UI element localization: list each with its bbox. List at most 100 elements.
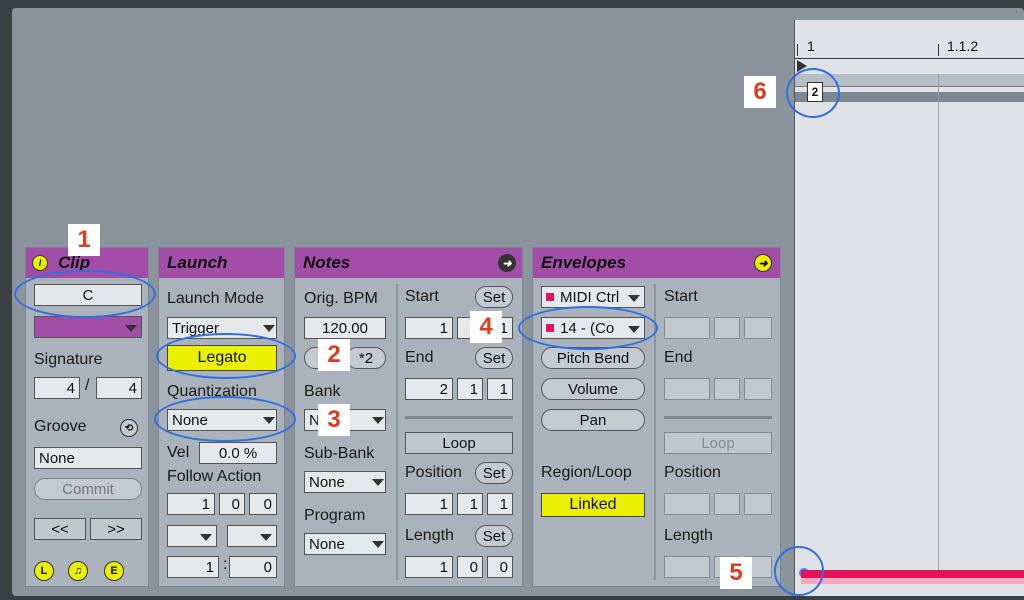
groove-hot-swap-icon[interactable]: ⟲ <box>120 419 138 437</box>
end-set-button[interactable]: Set <box>475 347 513 369</box>
notes-title: Notes <box>303 253 351 272</box>
env-start-label: Start <box>664 288 698 305</box>
launch-header: Launch <box>159 248 284 278</box>
notes-header: Notes ➜ <box>295 248 522 278</box>
length-sixteenths[interactable]: 0 <box>487 556 513 578</box>
sub-bank-label: Sub-Bank <box>304 445 375 462</box>
env-start-bars[interactable] <box>664 317 710 339</box>
loop-toggle-button[interactable]: Loop <box>405 432 513 454</box>
chevron-down-icon <box>372 479 384 486</box>
follow-time-bars[interactable]: 1 <box>167 493 215 515</box>
follow-time-beats[interactable]: 0 <box>219 493 245 515</box>
env-loop-separator <box>664 416 772 419</box>
end-bars[interactable]: 2 <box>405 378 453 400</box>
env-loop-button[interactable]: Loop <box>664 432 772 454</box>
signature-denominator[interactable]: 4 <box>96 377 142 399</box>
nudge-forward-button[interactable]: >> <box>90 518 142 540</box>
orig-bpm-field[interactable]: 120.00 <box>304 317 386 339</box>
annotation-ring-1 <box>14 270 156 318</box>
env-position-sixteenths[interactable] <box>744 493 772 515</box>
ruler-label-1: 1 <box>807 38 815 54</box>
start-set-button[interactable]: Set <box>475 286 513 308</box>
annotation-3: 3 <box>318 404 350 436</box>
linked-button[interactable]: Linked <box>541 493 645 517</box>
notes-expand-arrow-icon[interactable]: ➜ <box>498 254 516 272</box>
start-bars[interactable]: 1 <box>405 317 453 339</box>
editor-ruler[interactable]: 1 1.1.2 <box>795 34 1024 75</box>
pan-button[interactable]: Pan <box>541 409 645 431</box>
clip-activator-icon[interactable]: I <box>32 255 48 271</box>
envelope-device-select[interactable]: MIDI Ctrl <box>541 286 645 308</box>
program-label: Program <box>304 507 366 524</box>
length-beats[interactable]: 0 <box>457 556 483 578</box>
env-start-beats[interactable] <box>714 317 740 339</box>
bank-label: Bank <box>304 383 341 400</box>
velocity-label: Vel <box>167 444 190 461</box>
env-length-bars[interactable] <box>664 556 710 578</box>
chevron-down-icon <box>628 295 640 302</box>
end-beats[interactable]: 1 <box>457 378 483 400</box>
env-position-label: Position <box>664 464 721 481</box>
envelopes-view-icon[interactable]: E <box>104 561 124 581</box>
groove-select[interactable]: None <box>34 447 142 469</box>
position-bars[interactable]: 1 <box>405 493 453 515</box>
follow-action-b-select[interactable] <box>227 525 277 547</box>
signature-label: Signature <box>34 351 103 368</box>
env-end-label: End <box>664 349 693 366</box>
end-sixteenths[interactable]: 1 <box>487 378 513 400</box>
chevron-down-icon <box>200 534 212 541</box>
notes-view-icon[interactable]: ♫ <box>68 561 88 581</box>
annotation-ring-5 <box>774 546 824 596</box>
length-label: Length <box>405 527 454 544</box>
follow-chance-b[interactable]: 0 <box>229 556 277 578</box>
envelopes-header: Envelopes ➜ <box>533 248 780 278</box>
region-loop-label: Region/Loop <box>541 464 632 481</box>
groove-label: Groove <box>34 418 87 435</box>
volume-button[interactable]: Volume <box>541 378 645 400</box>
chevron-down-icon <box>372 541 384 548</box>
launch-title: Launch <box>167 253 228 272</box>
annotation-6: 6 <box>744 76 776 108</box>
env-length-label: Length <box>664 527 713 544</box>
length-bars[interactable]: 1 <box>405 556 453 578</box>
editor-beat-gridline <box>938 74 939 574</box>
envelopes-expand-arrow-icon[interactable]: ➜ <box>754 254 772 272</box>
position-set-button[interactable]: Set <box>475 462 513 484</box>
position-label: Position <box>405 464 462 481</box>
double-tempo-button[interactable]: *2 <box>346 347 386 369</box>
annotation-ring-6 <box>786 68 840 118</box>
follow-action-a-select[interactable] <box>167 525 217 547</box>
annotation-ring-4 <box>518 306 658 350</box>
pitch-bend-button[interactable]: Pitch Bend <box>541 347 645 369</box>
annotation-ring-2 <box>156 333 296 379</box>
launch-view-icon[interactable]: L <box>34 561 54 581</box>
signature-numerator[interactable]: 4 <box>34 377 80 399</box>
orig-bpm-label: Orig. BPM <box>304 290 378 307</box>
follow-chance-a[interactable]: 1 <box>167 556 219 578</box>
envelopes-title: Envelopes <box>541 253 627 272</box>
env-position-beats[interactable] <box>714 493 740 515</box>
envelope-device-value: MIDI Ctrl <box>560 288 620 306</box>
envelope-line[interactable] <box>801 570 1024 578</box>
ruler-tick <box>938 44 939 56</box>
envelope-line-shade <box>801 578 1024 584</box>
annotation-5: 5 <box>720 557 752 589</box>
env-end-sixteenths[interactable] <box>744 378 772 400</box>
position-beats[interactable]: 1 <box>457 493 483 515</box>
env-position-bars[interactable] <box>664 493 710 515</box>
clip-color-selector[interactable] <box>34 316 142 338</box>
velocity-field[interactable]: 0.0 % <box>199 442 277 464</box>
follow-time-sixteenths[interactable]: 0 <box>249 493 277 515</box>
follow-chance-separator: : <box>223 556 228 573</box>
env-end-beats[interactable] <box>714 378 740 400</box>
position-sixteenths[interactable]: 1 <box>487 493 513 515</box>
commit-button[interactable]: Commit <box>34 478 142 500</box>
annotation-ring-3 <box>154 396 296 442</box>
length-set-button[interactable]: Set <box>475 525 513 547</box>
nudge-back-button[interactable]: << <box>34 518 86 540</box>
end-label: End <box>405 349 434 366</box>
chevron-down-icon <box>125 325 137 332</box>
env-start-sixteenths[interactable] <box>744 317 772 339</box>
env-end-bars[interactable] <box>664 378 710 400</box>
notes-loop-separator <box>405 416 513 419</box>
